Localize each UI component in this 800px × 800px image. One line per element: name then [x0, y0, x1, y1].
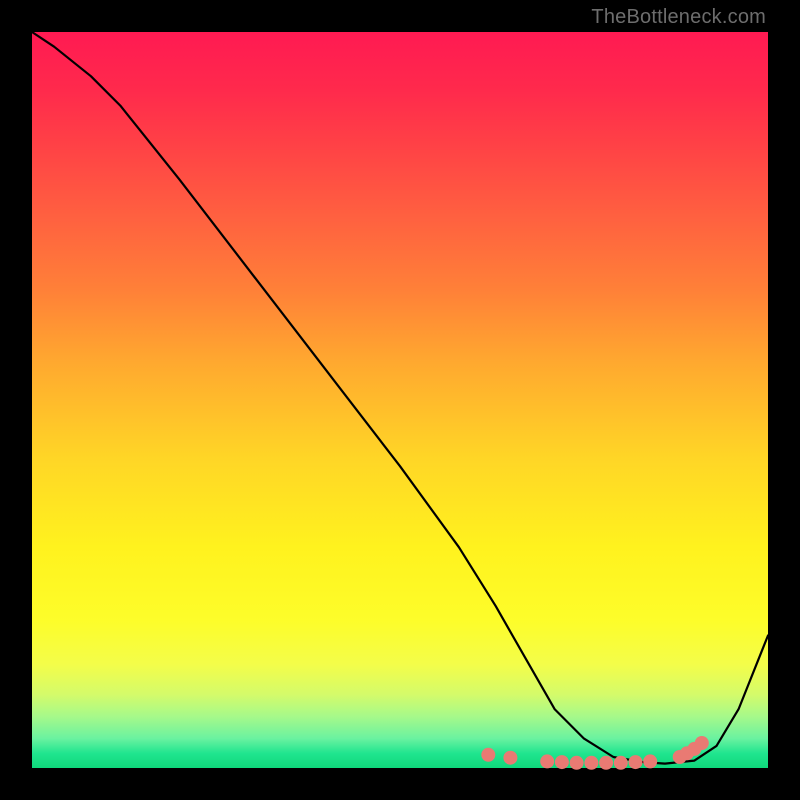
highlight-dot — [481, 748, 495, 762]
bottleneck-curve — [32, 32, 768, 764]
highlight-dot — [614, 756, 628, 770]
highlight-dot — [584, 756, 598, 770]
highlight-dot — [695, 736, 709, 750]
chart-frame: TheBottleneck.com — [0, 0, 800, 800]
highlight-dot — [570, 756, 584, 770]
highlight-dot — [599, 756, 613, 770]
highlight-dot — [643, 754, 657, 768]
highlight-dot — [555, 755, 569, 769]
highlight-dots-group — [481, 736, 709, 770]
plot-area — [32, 32, 768, 768]
highlight-dot — [540, 754, 554, 768]
highlight-dot — [503, 751, 517, 765]
watermark-text: TheBottleneck.com — [591, 6, 766, 29]
curve-svg — [32, 32, 768, 768]
highlight-dot — [629, 755, 643, 769]
